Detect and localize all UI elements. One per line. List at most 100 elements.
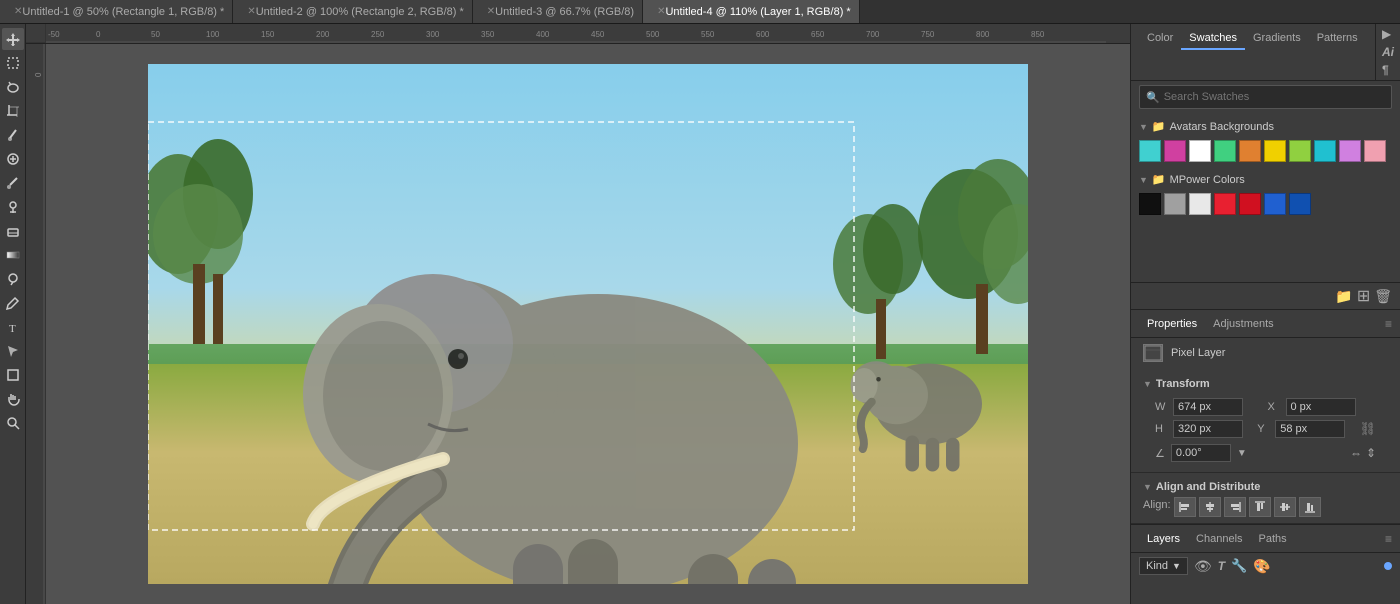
svg-text:800: 800 — [976, 30, 990, 39]
flip-horizontal-icon[interactable]: ⇔ — [1350, 446, 1362, 460]
swatch-group-mpower-header[interactable]: ▼ 📁 MPower Colors — [1131, 170, 1400, 189]
swatch-cell[interactable] — [1164, 140, 1186, 162]
transform-section: ▼ Transform W X H — [1131, 368, 1400, 473]
hand-tool[interactable] — [2, 388, 24, 410]
y-input[interactable] — [1275, 420, 1345, 438]
align-right-btn[interactable] — [1224, 497, 1246, 517]
tab-untitled1[interactable]: ✕ Untitled-1 @ 50% (Rectangle 1, RGB/8) … — [0, 0, 233, 23]
paragraph-icon[interactable]: ¶ — [1380, 62, 1396, 78]
align-top-btn[interactable] — [1249, 497, 1271, 517]
kind-dropdown-arrow: ▼ — [1172, 561, 1181, 571]
align-middle-btn[interactable] — [1274, 497, 1296, 517]
search-input[interactable] — [1164, 91, 1385, 103]
swatch-cell[interactable] — [1239, 193, 1261, 215]
canvas-content — [148, 64, 1028, 584]
swatch-group-avatars-label: Avatars Backgrounds — [1170, 121, 1274, 133]
width-input[interactable] — [1173, 398, 1243, 416]
play-icon[interactable]: ▶ — [1380, 26, 1396, 42]
eyedropper-tool[interactable] — [2, 124, 24, 146]
swatch-cell[interactable] — [1289, 193, 1311, 215]
swatch-scroll-area[interactable]: ▼ 📁 Avatars Backgrounds — [1131, 113, 1400, 282]
angle-input[interactable] — [1171, 444, 1231, 462]
tab-patterns[interactable]: Patterns — [1309, 28, 1366, 50]
move-tool[interactable] — [2, 28, 24, 50]
swatch-search-box[interactable]: 🔍 — [1139, 85, 1392, 109]
ai-icon[interactable]: Ai — [1380, 44, 1396, 60]
tab-color[interactable]: Color — [1139, 28, 1181, 50]
pen-tool[interactable] — [2, 292, 24, 314]
swatch-cell[interactable] — [1339, 140, 1361, 162]
swatch-add-icon[interactable]: ⊞ — [1357, 286, 1370, 306]
tab-channels[interactable]: Channels — [1188, 529, 1250, 549]
lasso-tool[interactable] — [2, 76, 24, 98]
height-input[interactable] — [1173, 420, 1243, 438]
angle-dropdown-btn[interactable]: ▼ — [1237, 448, 1247, 459]
align-header[interactable]: ▼ Align and Distribute — [1143, 477, 1388, 497]
swatch-cell[interactable] — [1314, 140, 1336, 162]
swatch-footer: 📁 ⊞ 🗑 — [1131, 282, 1400, 309]
tab-paths[interactable]: Paths — [1251, 529, 1295, 549]
swatch-cell[interactable] — [1264, 140, 1286, 162]
svg-text:400: 400 — [536, 30, 550, 39]
tab-close-4[interactable]: ✕ — [657, 6, 665, 17]
swatch-cell[interactable] — [1189, 140, 1211, 162]
tab-close-1[interactable]: ✕ — [14, 6, 22, 17]
shape-tool[interactable] — [2, 364, 24, 386]
tab-adjustments[interactable]: Adjustments — [1205, 314, 1282, 334]
layer-visibility-icon[interactable]: 👁 — [1194, 558, 1212, 575]
marquee-tool[interactable] — [2, 52, 24, 74]
align-left-btn[interactable] — [1174, 497, 1196, 517]
tab-close-3[interactable]: ✕ — [487, 6, 495, 17]
y-field-group: Y — [1257, 420, 1355, 438]
swatch-cell[interactable] — [1239, 140, 1261, 162]
tab-untitled2[interactable]: ✕ Untitled-2 @ 100% (Rectangle 2, RGB/8)… — [233, 0, 472, 23]
swatch-cell[interactable] — [1189, 193, 1211, 215]
crop-tool[interactable] — [2, 100, 24, 122]
heal-tool[interactable] — [2, 148, 24, 170]
chain-link-icon[interactable]: ⛓ — [1359, 421, 1376, 437]
swatch-cell[interactable] — [1214, 140, 1236, 162]
layers-kind-dropdown[interactable]: Kind ▼ — [1139, 557, 1188, 575]
folder-new-icon[interactable]: 📁 — [1335, 288, 1352, 305]
dodge-tool[interactable] — [2, 268, 24, 290]
swatch-cell[interactable] — [1164, 193, 1186, 215]
tab-properties[interactable]: Properties — [1139, 314, 1205, 334]
type-tool[interactable]: T — [2, 316, 24, 338]
swatch-trash-icon[interactable]: 🗑 — [1374, 288, 1392, 305]
properties-menu-icon[interactable]: ≡ — [1385, 317, 1392, 331]
transform-header[interactable]: ▼ Transform — [1143, 374, 1388, 394]
path-selection-tool[interactable] — [2, 340, 24, 362]
layer-type-icon[interactable]: T — [1218, 559, 1225, 573]
align-center-h-btn[interactable] — [1199, 497, 1221, 517]
layer-color-icon[interactable]: 🎨 — [1253, 558, 1270, 575]
tab-label-3: Untitled-3 @ 66.7% (RGB/8) — [495, 6, 634, 18]
layer-effect-icon[interactable]: 🔧 — [1231, 558, 1247, 574]
left-toolbar: T — [0, 24, 26, 604]
layers-menu-icon[interactable]: ≡ — [1385, 532, 1392, 546]
svg-text:300: 300 — [426, 30, 440, 39]
clone-stamp-tool[interactable] — [2, 196, 24, 218]
eraser-tool[interactable] — [2, 220, 24, 242]
tab-layers[interactable]: Layers — [1139, 529, 1188, 549]
swatch-cell[interactable] — [1139, 140, 1161, 162]
swatch-group-avatars-header[interactable]: ▼ 📁 Avatars Backgrounds — [1131, 117, 1400, 136]
swatch-cell[interactable] — [1364, 140, 1386, 162]
brush-tool[interactable] — [2, 172, 24, 194]
x-input[interactable] — [1286, 398, 1356, 416]
tab-gradients[interactable]: Gradients — [1245, 28, 1309, 50]
tab-untitled4[interactable]: ✕ Untitled-4 @ 110% (Layer 1, RGB/8) * — [643, 0, 860, 23]
swatch-cell[interactable] — [1214, 193, 1236, 215]
swatch-cell[interactable] — [1139, 193, 1161, 215]
swatch-cell[interactable] — [1264, 193, 1286, 215]
align-bottom-btn[interactable] — [1299, 497, 1321, 517]
zoom-tool[interactable] — [2, 412, 24, 434]
gradient-tool[interactable] — [2, 244, 24, 266]
canvas-viewport[interactable] — [46, 44, 1130, 604]
flip-vertical-icon[interactable]: ⇕ — [1366, 446, 1376, 460]
tab-untitled3[interactable]: ✕ Untitled-3 @ 66.7% (RGB/8) — [473, 0, 643, 23]
properties-tabs: Properties Adjustments ≡ — [1131, 310, 1400, 338]
tab-swatches[interactable]: Swatches — [1181, 28, 1245, 50]
tab-close-2[interactable]: ✕ — [247, 6, 255, 17]
swatch-cell[interactable] — [1289, 140, 1311, 162]
transform-arrow: ▼ — [1143, 379, 1152, 389]
